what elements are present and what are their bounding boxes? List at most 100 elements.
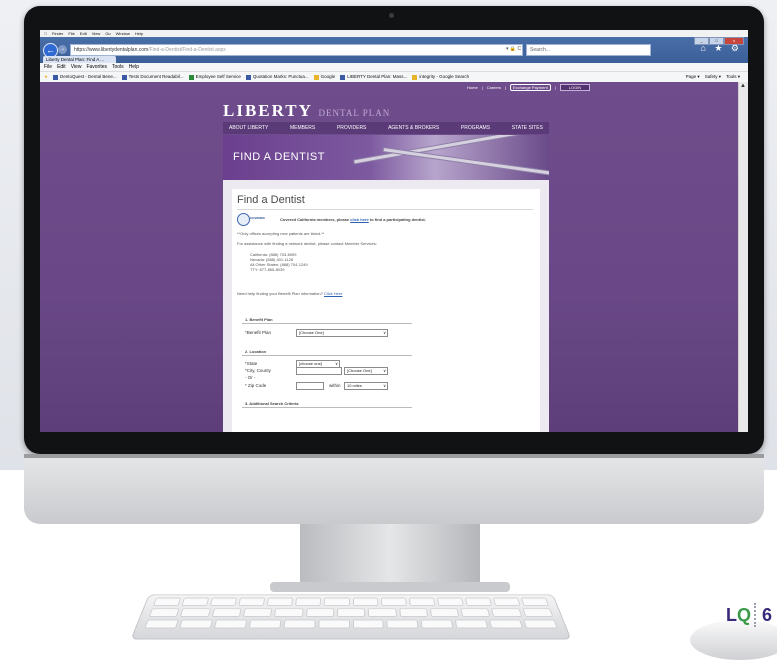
- section-benefit-plan: 1. Benefit Plan: [245, 317, 273, 322]
- scrollbar[interactable]: ▲: [738, 82, 748, 432]
- menu-file[interactable]: File: [44, 63, 52, 71]
- search-input[interactable]: Search...: [526, 44, 651, 56]
- divider: [754, 603, 756, 627]
- favorite-item[interactable]: DentoQuest - Dental Bene...: [53, 72, 117, 82]
- zip-code-label: * Zip Code: [245, 383, 267, 388]
- nav-providers[interactable]: PROVIDERS: [337, 125, 366, 131]
- lq-logo: LQ: [726, 605, 752, 625]
- divider: [242, 407, 412, 408]
- nav-programs[interactable]: PROGRAMS: [461, 125, 490, 131]
- exchange-payment-link[interactable]: Exchange Payment: [510, 84, 551, 91]
- browser-menubar: File Edit View Favorites Tools Help: [40, 63, 748, 72]
- nav-members[interactable]: MEMBERS: [290, 125, 315, 131]
- monitor-stand: [300, 524, 480, 584]
- page-title: Find a Dentist: [237, 194, 305, 206]
- monitor-foot: [270, 582, 510, 592]
- hero-banner: FIND A DENTIST: [223, 135, 549, 180]
- divider: [242, 323, 412, 324]
- browser-toolbar: ← → https://www.libertydentalplan.com/Fi…: [40, 37, 748, 63]
- click-here-benefit-link[interactable]: Click Here: [324, 291, 342, 296]
- chevron-down-icon: ∨: [383, 368, 386, 373]
- nav-about[interactable]: ABOUT LIBERTY: [229, 125, 268, 131]
- only-offices-note: **Only offices accepting new patients ar…: [237, 231, 325, 236]
- covered-california-note: Covered California members, please click…: [280, 217, 426, 222]
- section-location: 2. Location: [245, 349, 267, 354]
- forward-button[interactable]: →: [58, 45, 67, 54]
- web-content: Home | Careers | Exchange Payment | LOGIN L…: [40, 82, 748, 432]
- refresh-icon[interactable]: ▾ 🔒 C: [506, 44, 521, 54]
- favorite-item[interactable]: Quotation Marks: Punctua...: [245, 72, 309, 82]
- favorite-item[interactable]: LIBERTY Dental Plan: Mass...: [340, 72, 407, 82]
- page-number: 6: [762, 605, 773, 625]
- content-panel: Find a Dentist COVERED Covered Californi…: [223, 180, 549, 432]
- radius-select[interactable]: 10 miles ∨: [344, 382, 388, 390]
- page-menu[interactable]: Page ▾: [686, 72, 700, 82]
- careers-link[interactable]: Careers: [487, 85, 501, 90]
- camera-icon: [389, 13, 394, 18]
- apple-icon[interactable]: : [44, 31, 47, 36]
- mouse: [690, 620, 777, 660]
- menu-edit[interactable]: Edit: [57, 63, 66, 71]
- benefit-plan-select[interactable]: [Choose One] ∨: [296, 329, 388, 337]
- menu-favorites[interactable]: Favorites: [86, 63, 107, 71]
- screen:  Finder File Edit View Go Window Help ←…: [40, 30, 748, 432]
- nav-agents[interactable]: AGENTS & BROKERS: [388, 125, 439, 131]
- browser-tab[interactable]: Liberty Dental Plan: Find A ...: [43, 56, 116, 63]
- city-county-label: *City, County: [245, 368, 271, 373]
- main-nav: ABOUT LIBERTY MEMBERS PROVIDERS AGENTS &…: [223, 122, 549, 134]
- utility-links: Home | Careers | Exchange Payment | LOGIN: [467, 84, 591, 91]
- divider: [237, 209, 533, 210]
- benefit-plan-label: *Benefit Plan: [245, 330, 272, 335]
- nav-state-sites[interactable]: STATE SITES: [512, 125, 543, 131]
- phone-tty: TTY: 877-855-8039: [250, 267, 285, 272]
- state-label: *State: [245, 361, 258, 366]
- keyboard: [130, 594, 572, 640]
- monitor-chin: [24, 454, 764, 524]
- command-bar: Page ▾ Safety ▾ Tools ▾: [686, 72, 740, 82]
- mac-menu-help[interactable]: Help: [135, 31, 143, 36]
- divider: [242, 355, 412, 356]
- login-button[interactable]: LOGIN: [559, 84, 591, 91]
- within-label: within: [329, 383, 341, 388]
- monitor-edge: [24, 454, 764, 458]
- covered-california-logo: [237, 213, 250, 226]
- menu-help[interactable]: Help: [129, 63, 139, 71]
- covered-california-text: COVERED: [250, 216, 265, 220]
- zip-code-input[interactable]: [296, 382, 324, 390]
- url-main: https://www.libertydentalplan.com: [74, 47, 149, 53]
- favorite-item[interactable]: Employee Self Service: [188, 72, 241, 82]
- click-here-link[interactable]: click here: [350, 217, 368, 222]
- safety-menu[interactable]: Safety ▾: [705, 72, 721, 82]
- or-separator: - Or -: [245, 375, 256, 380]
- menu-view[interactable]: View: [71, 63, 82, 71]
- assistance-text: For assistance with finding a network de…: [237, 241, 377, 246]
- section-additional-criteria: 3. Additional Search Criteria: [245, 401, 299, 406]
- favorites-star-icon[interactable]: ★: [44, 72, 48, 82]
- mac-menu-go[interactable]: Go: [105, 31, 110, 36]
- mac-menu-window[interactable]: Window: [116, 31, 130, 36]
- menu-tools[interactable]: Tools: [112, 63, 124, 71]
- favorite-item[interactable]: integrity - Google Search: [412, 72, 469, 82]
- home-link[interactable]: Home: [467, 85, 478, 90]
- chevron-down-icon: ∨: [383, 383, 386, 388]
- mac-menu-file[interactable]: File: [68, 31, 74, 36]
- home-star-gear-icons[interactable]: ⌂ ★ ⚙: [700, 43, 742, 54]
- mac-menu-edit[interactable]: Edit: [80, 31, 87, 36]
- mac-menu-finder[interactable]: Finder: [52, 31, 63, 36]
- banner-title: FIND A DENTIST: [233, 151, 325, 163]
- liberty-logo[interactable]: LIBERTY DENTAL PLAN: [223, 101, 390, 121]
- mac-menubar:  Finder File Edit View Go Window Help: [40, 30, 748, 37]
- find-dentist-form: Find a Dentist COVERED Covered Californi…: [232, 189, 540, 432]
- favorite-item[interactable]: Tests Document Readabil...: [121, 72, 184, 82]
- dental-tool-image: [383, 148, 549, 175]
- mac-menu-view[interactable]: View: [92, 31, 101, 36]
- city-county-input[interactable]: [296, 367, 342, 375]
- favorite-item[interactable]: Google: [313, 72, 335, 82]
- scroll-up-icon[interactable]: ▲: [740, 83, 746, 89]
- chevron-down-icon: ∨: [383, 330, 386, 335]
- benefit-help: Need help finding your Benefit Plan info…: [237, 291, 343, 296]
- url-path: /Find-a-Dentist/Find-a-Dentist.aspx: [148, 47, 226, 53]
- county-select[interactable]: [Choose One] ∨: [344, 367, 388, 375]
- tools-menu[interactable]: Tools ▾: [726, 72, 740, 82]
- address-bar[interactable]: https://www.libertydentalplan.com/Find-a…: [70, 44, 523, 56]
